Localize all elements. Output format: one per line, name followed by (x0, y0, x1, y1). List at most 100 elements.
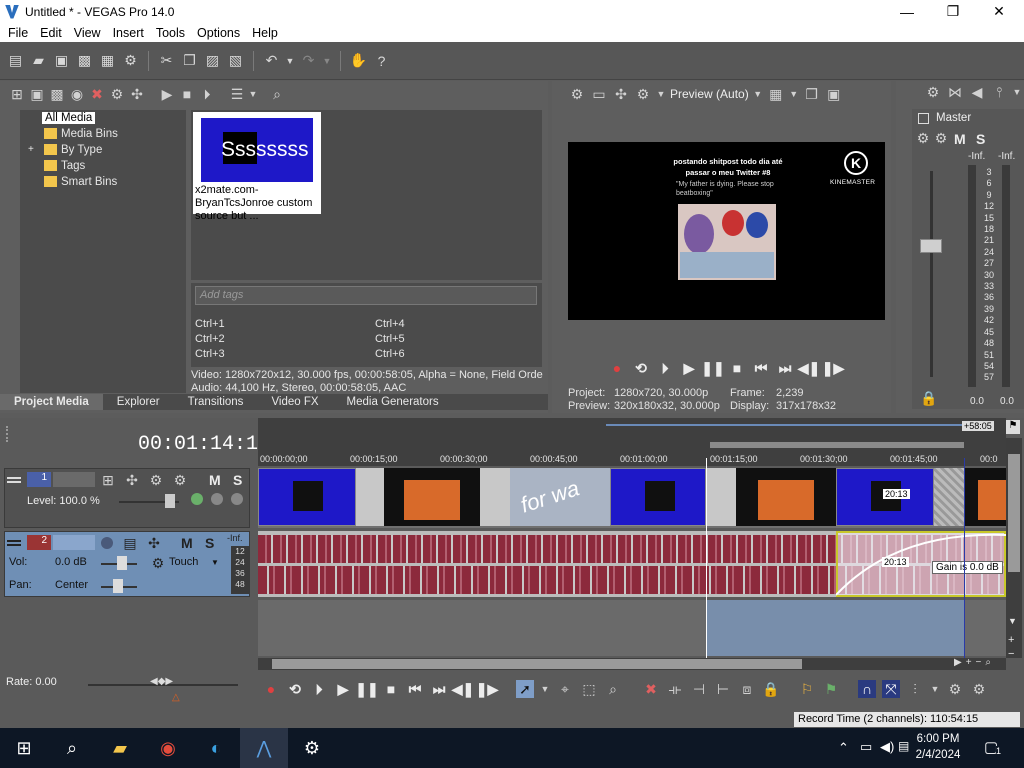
collapse-icon[interactable] (7, 477, 21, 479)
redo-icon[interactable]: ↷ (299, 51, 318, 70)
views-icon[interactable]: ☰ (228, 85, 246, 103)
insert-fx-icon[interactable]: ⚙ (914, 129, 932, 147)
lock-event-icon[interactable]: 🔒 (762, 680, 780, 698)
split-icon[interactable]: ⧈ (738, 680, 756, 698)
add-tags-input[interactable]: Add tags (195, 286, 537, 305)
copy-snapshot-icon[interactable]: ❐ (803, 85, 821, 103)
trim-end-icon[interactable]: ⊢ (714, 680, 732, 698)
edge-icon[interactable]: ◐ (192, 728, 240, 768)
play-icon[interactable]: ▶ (680, 359, 698, 377)
capture-icon[interactable]: ▣ (28, 85, 46, 103)
loop-icon[interactable]: ⟲ (286, 680, 304, 698)
play-from-start-icon[interactable]: ⏵ (656, 359, 674, 377)
chevron-down-icon[interactable]: ▼ (930, 680, 940, 698)
level-slider-handle[interactable] (165, 494, 175, 508)
tab-explorer[interactable]: Explorer (103, 394, 174, 410)
downmix-icon[interactable]: ⋈ (946, 83, 964, 101)
tab-video-fx[interactable]: Video FX (257, 394, 332, 410)
play-media-icon[interactable]: ▶ (158, 85, 176, 103)
split-screen-icon[interactable]: ✣ (612, 85, 630, 103)
stop-media-icon[interactable]: ■ (178, 85, 196, 103)
go-to-start-icon[interactable]: ⏮ (752, 359, 770, 377)
media-properties-icon[interactable]: ✣ (128, 85, 146, 103)
redo-dropdown-icon[interactable]: ▼ (322, 51, 332, 70)
save-snapshot-icon[interactable]: ▣ (825, 85, 843, 103)
play-icon[interactable]: ▶ (334, 680, 352, 698)
video-clip[interactable] (258, 468, 356, 526)
tag-shortcut[interactable]: Ctrl+5 (375, 333, 405, 345)
render-icon[interactable]: ▦ (98, 51, 117, 70)
selection-tool-icon[interactable]: ⬚ (580, 680, 598, 698)
media-item[interactable]: Ssssssss x2mate.com-BryanTcsJonroe custo… (193, 112, 321, 222)
vertical-scrollbar[interactable]: ▼ + − (1006, 438, 1022, 660)
tag-shortcut[interactable]: Ctrl+1 (195, 318, 225, 330)
save-as-icon[interactable]: ▩ (75, 51, 94, 70)
file-explorer-icon[interactable]: ▰ (96, 728, 144, 768)
video-clip[interactable] (384, 468, 480, 526)
tree-item-tags[interactable]: Tags (44, 160, 85, 172)
pause-icon[interactable]: ❚❚ (701, 359, 724, 377)
menu-options[interactable]: Options (191, 26, 246, 40)
new-icon[interactable]: ▤ (6, 51, 25, 70)
import-media-icon[interactable]: ⊞ (8, 85, 26, 103)
automation-icon[interactable]: ⚙ (149, 554, 167, 572)
whats-this-help-icon[interactable]: ? (372, 51, 391, 70)
chevron-down-icon[interactable]: ▼ (789, 85, 799, 103)
previous-frame-icon[interactable]: ◀❚ (452, 680, 475, 698)
trim-icon[interactable]: ⟛ (666, 680, 684, 698)
paste-icon[interactable]: ▨ (203, 51, 222, 70)
chevron-down-icon[interactable]: ▼ (753, 85, 763, 103)
chevron-down-icon[interactable]: ▼ (540, 680, 550, 698)
trim-start-icon[interactable]: ⊣ (690, 680, 708, 698)
menu-tools[interactable]: Tools (150, 26, 191, 40)
save-icon[interactable]: ▣ (52, 51, 71, 70)
preview-settings-icon[interactable]: ⚙ (568, 85, 586, 103)
pan-slider-handle[interactable] (113, 579, 123, 593)
clock-time[interactable]: 6:00 PM (914, 733, 962, 745)
auto-preview-icon[interactable]: ⏵ (198, 85, 216, 103)
track-motion-icon[interactable]: ✣ (123, 471, 141, 489)
tree-item-all-media[interactable]: All Media (42, 112, 96, 124)
get-media-icon[interactable]: ▩ (48, 85, 66, 103)
video-clip[interactable] (964, 468, 1006, 526)
delete-icon[interactable]: ✖ (642, 680, 660, 698)
record-icon[interactable]: ● (608, 359, 626, 377)
tree-item-by-type[interactable]: By Type (44, 144, 102, 156)
collapse-icon[interactable] (7, 540, 21, 542)
ignore-grouping-icon[interactable]: ⚙ (970, 680, 988, 698)
tab-media-generators[interactable]: Media Generators (333, 394, 453, 410)
selection-range-bar[interactable] (710, 442, 964, 448)
scroll-down-icon[interactable]: ▼ (1008, 616, 1017, 626)
menu-file[interactable]: File (2, 26, 34, 40)
audio-track-lane[interactable]: 20:13 Gain is 0.0 dB (258, 531, 1006, 597)
properties-icon[interactable]: ⚙ (121, 51, 140, 70)
web-icon[interactable]: ◉ (68, 85, 86, 103)
zoom-out-icon[interactable]: − (1008, 648, 1014, 660)
tag-shortcut[interactable]: Ctrl+3 (195, 348, 225, 360)
video-clip[interactable] (736, 468, 836, 526)
network-icon[interactable]: ▭ (860, 739, 872, 755)
go-to-start-icon[interactable]: ⏮ (406, 680, 424, 698)
mixer-dropdown-icon[interactable]: ▼ (1012, 83, 1022, 101)
open-icon[interactable]: ▰ (29, 51, 48, 70)
track-fx-icon[interactable]: ⚙ (171, 471, 189, 489)
parent-icon[interactable] (211, 493, 223, 505)
undo-dropdown-icon[interactable]: ▼ (285, 51, 295, 70)
copy-icon[interactable]: ❐ (180, 51, 199, 70)
master-fader-handle[interactable] (920, 239, 942, 253)
video-clip[interactable] (610, 468, 706, 526)
menu-view[interactable]: View (68, 26, 107, 40)
settings-icon[interactable]: ⚙ (288, 728, 336, 768)
next-frame-icon[interactable]: ❚▶ (822, 359, 845, 377)
tag-shortcut[interactable]: Ctrl+4 (375, 318, 405, 330)
composite-mode-icon[interactable] (191, 493, 203, 505)
automation-mode[interactable]: Touch (169, 556, 198, 568)
maximize-button[interactable]: ❐ (930, 0, 976, 23)
track-header-audio[interactable]: 2 ▤ ✣ M S -Inf. Vol: 0.0 dB ⚙ Touch ▼ Pa… (4, 531, 250, 597)
snapping-icon[interactable]: ∩ (858, 680, 876, 698)
language-icon[interactable]: ▤ (898, 739, 909, 753)
views-dropdown-icon[interactable]: ▼ (248, 85, 258, 103)
video-clip-transition[interactable]: for wa (510, 468, 610, 526)
horizontal-scroll-thumb[interactable] (272, 659, 802, 669)
time-ruler[interactable]: +58:05 00:00:00;00 00:00:15;00 00:00:30;… (258, 418, 1006, 466)
